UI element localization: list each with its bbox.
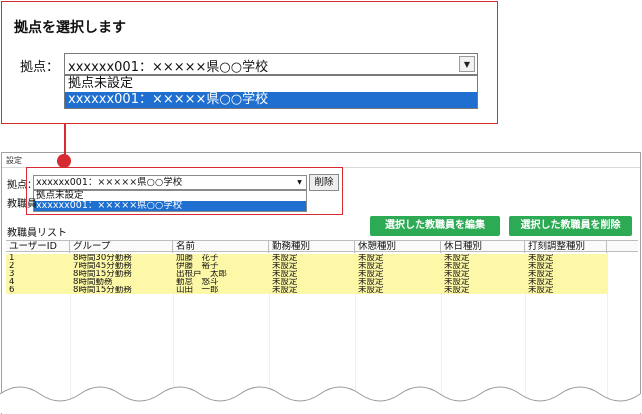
cell-adjust-type: 未設定 — [528, 262, 554, 270]
table-row[interactable]: 4 8時間勤務 勤怠 悠斗 未設定 未設定 未設定 未設定 — [6, 278, 607, 286]
cell-work-type: 未設定 — [272, 278, 298, 286]
callout-option-selected[interactable]: xxxxxx001：×××××県○○学校 — [65, 92, 477, 108]
cell-user-id: 2 — [9, 262, 15, 270]
cell-holiday-type: 未設定 — [444, 286, 470, 294]
cell-adjust-type: 未設定 — [528, 286, 554, 294]
cell-holiday-type: 未設定 — [444, 278, 470, 286]
cell-work-type: 未設定 — [272, 262, 298, 270]
cell-break-type: 未設定 — [358, 278, 384, 286]
cell-name: 加藤 花子 — [176, 254, 219, 262]
callout-option[interactable]: 拠点未設定 — [65, 76, 477, 92]
callout-base-label: 拠点： — [20, 60, 60, 75]
cell-work-type: 未設定 — [272, 286, 298, 294]
cell-name: 勤怠 悠斗 — [176, 278, 219, 286]
cell-adjust-type: 未設定 — [528, 278, 554, 286]
chevron-down-icon[interactable]: ▼ — [459, 56, 475, 72]
cell-holiday-type: 未設定 — [444, 262, 470, 270]
cell-name: 出根戸 太郎 — [176, 270, 228, 278]
callout-title: 拠点を選択します — [14, 20, 126, 36]
cell-user-id: 1 — [9, 254, 15, 262]
cell-break-type: 未設定 — [358, 254, 384, 262]
callout-marker — [57, 154, 71, 168]
column-header-work-type[interactable]: 勤務種別 — [269, 241, 355, 253]
column-header-break-type[interactable]: 休憩種別 — [355, 241, 441, 253]
cell-name: 山田 一郎 — [176, 286, 219, 294]
cell-break-type: 未設定 — [358, 262, 384, 270]
cell-group: 8時間15分勤務 — [73, 286, 132, 294]
table-row[interactable]: 6 8時間15分勤務 山田 一郎 未設定 未設定 未設定 未設定 — [6, 286, 607, 294]
cell-work-type: 未設定 — [272, 270, 298, 278]
cell-break-type: 未設定 — [358, 270, 384, 278]
cell-user-id: 6 — [9, 286, 15, 294]
column-header-holiday-type[interactable]: 休日種別 — [441, 241, 525, 253]
cell-adjust-type: 未設定 — [528, 270, 554, 278]
column-header-name[interactable]: 名前 — [173, 241, 269, 253]
staff-list-title: 教職員リスト — [7, 228, 67, 239]
cell-user-id: 4 — [9, 278, 15, 286]
column-header-adjust-type[interactable]: 打刻調整種別 — [525, 241, 607, 253]
cell-name: 伊藤 裕子 — [176, 262, 219, 270]
cell-holiday-type: 未設定 — [444, 254, 470, 262]
delete-selected-staff-button[interactable]: 選択した教職員を削除 — [509, 216, 632, 236]
cell-group: 7時間45分勤務 — [73, 262, 132, 270]
callout-dropdown-list: 拠点未設定 xxxxxx001：×××××県○○学校 — [64, 75, 478, 109]
cell-group: 8時間30分勤務 — [73, 254, 132, 262]
table-row[interactable]: 1 8時間30分勤務 加藤 花子 未設定 未設定 未設定 未設定 — [6, 254, 607, 262]
table-row[interactable]: 3 8時間15分勤務 出根戸 太郎 未設定 未設定 未設定 未設定 — [6, 270, 607, 278]
cell-user-id: 3 — [9, 270, 15, 278]
cell-holiday-type: 未設定 — [444, 270, 470, 278]
edit-selected-staff-button[interactable]: 選択した教職員を編集 — [370, 216, 500, 236]
column-header-user-id[interactable]: ユーザーID — [6, 241, 70, 253]
callout-selected-value: xxxxxx001：×××××県○○学校 — [68, 60, 269, 75]
highlight-box — [26, 167, 343, 215]
torn-edge — [0, 386, 642, 413]
cell-adjust-type: 未設定 — [528, 254, 554, 262]
window-title: 設定 — [6, 156, 22, 165]
table-row[interactable]: 2 7時間45分勤務 伊藤 裕子 未設定 未設定 未設定 未設定 — [6, 262, 607, 270]
table-header: ユーザーID グループ 名前 勤務種別 休憩種別 休日種別 打刻調整種別 — [6, 240, 638, 253]
callout-base-select[interactable]: xxxxxx001：×××××県○○学校 ▼ — [64, 53, 478, 75]
cell-group: 8時間15分勤務 — [73, 270, 132, 278]
cell-break-type: 未設定 — [358, 286, 384, 294]
column-header-group[interactable]: グループ — [70, 241, 173, 253]
cell-work-type: 未設定 — [272, 254, 298, 262]
cell-group: 8時間勤務 — [73, 278, 113, 286]
